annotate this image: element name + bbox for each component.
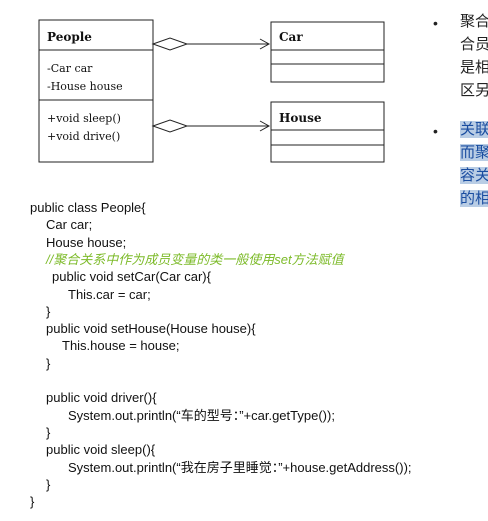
- code-line-1: public class People{: [30, 200, 146, 215]
- code-line-16: }: [46, 477, 51, 492]
- code-block: public class People{ Car car; House hous…: [0, 0, 488, 521]
- code-line-12: System.out.println(“车的型号：”+car.getType()…: [68, 408, 335, 423]
- code-line-3: House house;: [46, 235, 127, 250]
- code-line-2: Car car;: [46, 217, 93, 232]
- code-line-13: }: [46, 425, 51, 440]
- code-line-8: public void setHouse(House house){: [46, 321, 256, 336]
- code-line-7: }: [46, 304, 51, 319]
- code-line-14: public void sleep(){: [46, 442, 156, 457]
- code-line-9: This.house = house;: [62, 338, 180, 353]
- code-line-6: This.car = car;: [68, 287, 151, 302]
- code-line-15: System.out.println(“我在房子里睡觉：”+house.getA…: [68, 460, 412, 475]
- code-line-10: }: [46, 356, 51, 371]
- code-line-17: }: [30, 494, 35, 509]
- code-line-5: public void setCar(Car car){: [52, 269, 211, 284]
- code-comment: //聚合关系中作为成员变量的类一般使用set方法赋值: [46, 252, 344, 267]
- code-line-11: public void driver(){: [46, 390, 157, 405]
